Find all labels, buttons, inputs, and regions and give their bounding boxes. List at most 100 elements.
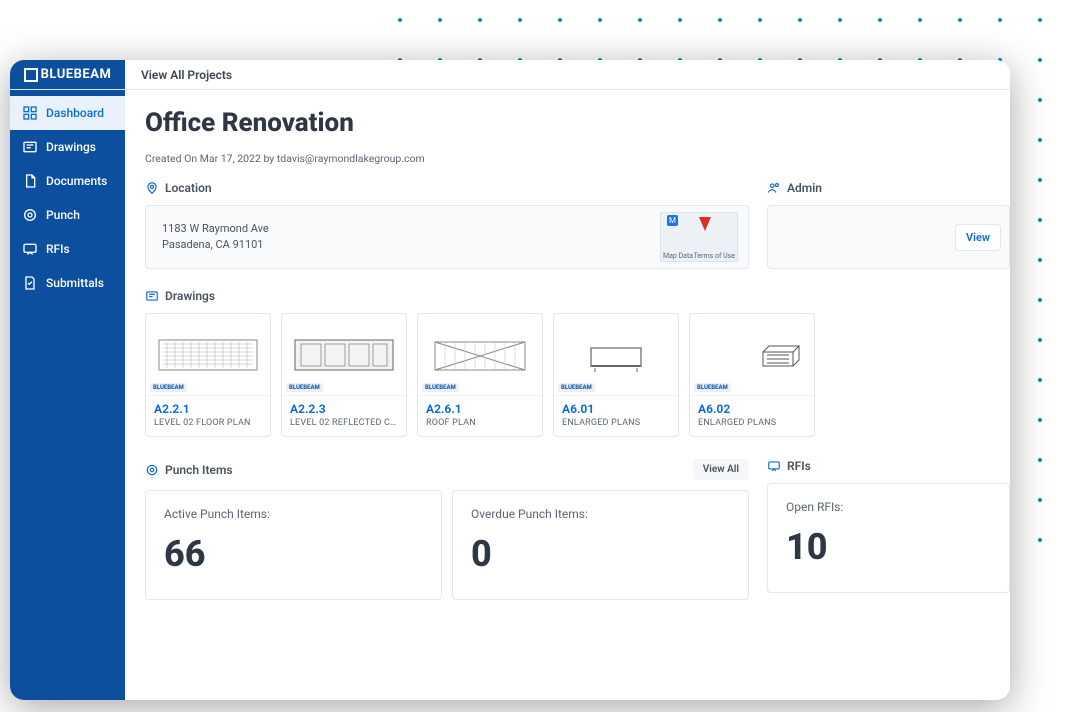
punch-section: Punch Items View All Active Punch Items:… bbox=[145, 459, 749, 600]
overdue-punch-value: 0 bbox=[471, 533, 730, 575]
dashboard-icon bbox=[22, 105, 38, 121]
sidebar-item-label: Drawings bbox=[46, 140, 96, 154]
drawing-code: A6.01 bbox=[562, 402, 670, 416]
drawings-icon bbox=[145, 289, 159, 303]
sidebar-item-label: Documents bbox=[46, 174, 107, 188]
active-punch-value: 66 bbox=[164, 533, 423, 575]
punch-heading: Punch Items bbox=[145, 463, 233, 477]
location-admin-row: Location 1183 W Raymond Ave Pasadena, CA… bbox=[145, 181, 1010, 269]
sidebar-item-rfis[interactable]: RFIs bbox=[10, 232, 125, 266]
punch-icon bbox=[22, 207, 38, 223]
drawing-thumbnail: BLUEBEAM bbox=[554, 314, 678, 396]
topbar: BLUEBEAM View All Projects bbox=[10, 60, 1010, 90]
admin-section: Admin View bbox=[767, 181, 1010, 269]
drawing-title: ENLARGED PLANS bbox=[562, 418, 670, 428]
drawings-heading-text: Drawings bbox=[165, 289, 215, 303]
view-all-projects-link[interactable]: View All Projects bbox=[125, 68, 232, 82]
punch-heading-text: Punch Items bbox=[165, 463, 233, 477]
sidebar-item-submittals[interactable]: Submittals bbox=[10, 266, 125, 300]
sidebar-item-label: RFIs bbox=[46, 242, 70, 256]
drawings-section: Drawings BLUEBEAM A2.2.1 LEVEL 02 FLOOR … bbox=[145, 289, 1010, 437]
open-rfi-card[interactable]: Open RFIs: 10 bbox=[767, 483, 1010, 593]
drawing-title: LEVEL 02 REFLECTED CEIL... bbox=[290, 418, 398, 428]
rfi-heading-text: RFIs bbox=[787, 459, 811, 473]
admin-heading-text: Admin bbox=[787, 181, 822, 195]
overdue-punch-label: Overdue Punch Items: bbox=[471, 507, 730, 521]
rfi-section: RFIs Open RFIs: 10 bbox=[767, 459, 1010, 600]
drawing-card[interactable]: BLUEBEAM A2.6.1 ROOF PLAN bbox=[417, 313, 543, 437]
punch-view-all-button[interactable]: View All bbox=[693, 459, 749, 480]
drawing-card[interactable]: BLUEBEAM A2.2.1 LEVEL 02 FLOOR PLAN bbox=[145, 313, 271, 437]
metrics-row: Punch Items View All Active Punch Items:… bbox=[145, 459, 1010, 600]
drawing-title: ENLARGED PLANS bbox=[698, 418, 806, 428]
location-heading-text: Location bbox=[165, 181, 212, 195]
drawing-thumbnail: BLUEBEAM bbox=[690, 314, 814, 396]
address-line1: 1183 W Raymond Ave bbox=[162, 221, 269, 238]
sidebar: Dashboard Drawings Documents Punch bbox=[10, 90, 125, 700]
brand-logo[interactable]: BLUEBEAM bbox=[10, 60, 125, 89]
drawing-code: A2.6.1 bbox=[426, 402, 534, 416]
open-rfi-value: 10 bbox=[786, 526, 991, 568]
drawing-card[interactable]: BLUEBEAM A6.01 ENLARGED PLANS bbox=[553, 313, 679, 437]
active-punch-label: Active Punch Items: bbox=[164, 507, 423, 521]
page-title: Office Renovation bbox=[145, 108, 1010, 138]
location-address: 1183 W Raymond Ave Pasadena, CA 91101 bbox=[162, 221, 269, 254]
location-section: Location 1183 W Raymond Ave Pasadena, CA… bbox=[145, 181, 749, 269]
drawing-code: A6.02 bbox=[698, 402, 806, 416]
drawing-thumbnail: BLUEBEAM bbox=[282, 314, 406, 396]
sidebar-item-documents[interactable]: Documents bbox=[10, 164, 125, 198]
admin-view-button[interactable]: View bbox=[955, 224, 1001, 251]
active-punch-card[interactable]: Active Punch Items: 66 bbox=[145, 490, 442, 600]
drawing-code: A2.2.3 bbox=[290, 402, 398, 416]
location-heading: Location bbox=[145, 181, 749, 195]
thumbnail-watermark: BLUEBEAM bbox=[150, 383, 187, 392]
map-pin-icon bbox=[699, 217, 711, 231]
sidebar-item-label: Punch bbox=[46, 208, 80, 222]
drawings-list: BLUEBEAM A2.2.1 LEVEL 02 FLOOR PLAN BLUE… bbox=[145, 313, 1010, 437]
brand-name: BLUEBEAM bbox=[41, 67, 112, 82]
brand-logo-mark bbox=[24, 68, 38, 82]
admin-heading: Admin bbox=[767, 181, 1010, 195]
thumbnail-watermark: BLUEBEAM bbox=[558, 383, 595, 392]
app-window: BLUEBEAM View All Projects Dashboard Dra… bbox=[10, 60, 1010, 700]
rfi-icon bbox=[767, 459, 781, 473]
submittals-icon bbox=[22, 275, 38, 291]
sidebar-item-drawings[interactable]: Drawings bbox=[10, 130, 125, 164]
location-icon bbox=[145, 181, 159, 195]
admin-card: View bbox=[767, 205, 1010, 269]
sidebar-item-label: Submittals bbox=[46, 276, 104, 290]
thumbnail-watermark: BLUEBEAM bbox=[422, 383, 459, 392]
map-attribution: Map Data Terms of Use bbox=[663, 252, 735, 260]
address-line2: Pasadena, CA 91101 bbox=[162, 237, 269, 254]
brand-logo-text: BLUEBEAM bbox=[24, 67, 112, 82]
location-card[interactable]: 1183 W Raymond Ave Pasadena, CA 91101 M … bbox=[145, 205, 749, 269]
admin-icon bbox=[767, 181, 781, 195]
documents-icon bbox=[22, 173, 38, 189]
punch-icon bbox=[145, 463, 159, 477]
sidebar-item-dashboard[interactable]: Dashboard bbox=[10, 96, 125, 130]
drawing-card[interactable]: BLUEBEAM A6.02 ENLARGED PLANS bbox=[689, 313, 815, 437]
drawing-thumbnail: BLUEBEAM bbox=[146, 314, 270, 396]
map-data-label: Map Data bbox=[663, 252, 693, 260]
rfi-icon bbox=[22, 241, 38, 257]
drawings-heading: Drawings bbox=[145, 289, 1010, 303]
body: Dashboard Drawings Documents Punch bbox=[10, 90, 1010, 700]
open-rfi-label: Open RFIs: bbox=[786, 500, 991, 514]
sidebar-item-punch[interactable]: Punch bbox=[10, 198, 125, 232]
rfi-heading: RFIs bbox=[767, 459, 1010, 473]
drawing-title: ROOF PLAN bbox=[426, 418, 534, 428]
thumbnail-watermark: BLUEBEAM bbox=[694, 383, 731, 392]
map-terms-link[interactable]: Terms of Use bbox=[694, 252, 735, 260]
drawings-icon bbox=[22, 139, 38, 155]
drawing-title: LEVEL 02 FLOOR PLAN bbox=[154, 418, 262, 428]
overdue-punch-card[interactable]: Overdue Punch Items: 0 bbox=[452, 490, 749, 600]
drawing-code: A2.2.1 bbox=[154, 402, 262, 416]
map-marker-label: M bbox=[667, 215, 678, 226]
thumbnail-watermark: BLUEBEAM bbox=[286, 383, 323, 392]
page-created-by: Created On Mar 17, 2022 by tdavis@raymon… bbox=[145, 152, 1010, 165]
drawing-card[interactable]: BLUEBEAM A2.2.3 LEVEL 02 REFLECTED CEIL.… bbox=[281, 313, 407, 437]
map-thumbnail[interactable]: M Map Data Terms of Use bbox=[660, 212, 738, 262]
drawing-thumbnail: BLUEBEAM bbox=[418, 314, 542, 396]
sidebar-item-label: Dashboard bbox=[46, 106, 104, 120]
main-content: Office Renovation Created On Mar 17, 202… bbox=[125, 90, 1010, 700]
